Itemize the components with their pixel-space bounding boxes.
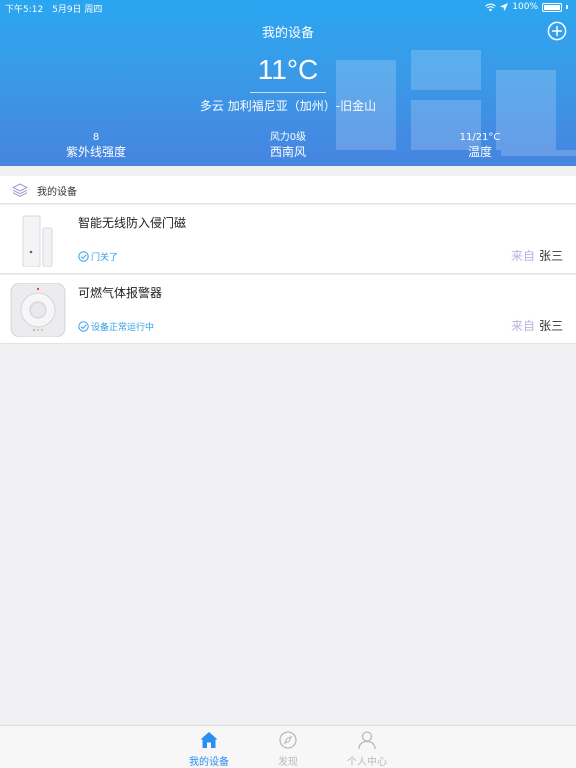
tab-discover-label: 发现 [278, 757, 298, 768]
devices-section-header: 我的设备 [0, 176, 576, 204]
tab-my-devices[interactable]: 我的设备 [169, 726, 249, 768]
door-sensor-image [10, 213, 66, 267]
check-circle-icon [78, 321, 89, 332]
battery-percent: 100% [512, 2, 538, 12]
weather-location: 多云 加利福尼亚（加州）-旧金山 [199, 99, 377, 113]
status-time: 下午5:12 [5, 5, 44, 15]
device-status-text: 设备正常运行中 [91, 323, 155, 333]
device-owner: 来自 张三 [511, 317, 563, 334]
status-time-date: 下午5:12 5月9日 周四 [5, 2, 102, 15]
device-row-door-sensor[interactable]: 智能无线防入侵门磁 门关了 来自 张三 [0, 205, 576, 274]
gas-alarm-image [10, 283, 66, 337]
tab-discover[interactable]: 发现 [248, 726, 328, 768]
current-temperature: 11°C [257, 54, 319, 85]
owner-name: 张三 [538, 319, 563, 333]
tab-profile-label: 个人中心 [347, 757, 387, 768]
from-label: 来自 [510, 319, 535, 333]
stat-uv: 8 紫外线强度 [36, 131, 156, 160]
location-arrow-icon [500, 3, 509, 11]
home-icon [200, 732, 218, 748]
stat-temp-range: 11/21°C 温度 [420, 131, 540, 160]
device-status: 设备正常运行中 [78, 320, 154, 333]
page-title: 我的设备 [261, 26, 314, 41]
device-name: 可燃气体报警器 [78, 286, 163, 300]
stat-uv-label: 紫外线强度 [65, 145, 126, 159]
status-bar: 下午5:12 5月9日 周四 100% [0, 0, 576, 16]
battery-icon [542, 2, 562, 12]
compass-icon [279, 731, 297, 749]
stat-wind-value: 风力0级 [269, 132, 307, 143]
stat-uv-value: 8 [92, 132, 100, 143]
from-label: 来自 [510, 249, 535, 263]
device-status-text: 门关了 [91, 253, 119, 263]
tab-bar: 我的设备 发现 个人中心 [0, 725, 576, 768]
status-date: 5月9日 周四 [52, 5, 103, 15]
wifi-icon [485, 3, 497, 11]
stat-temp-range-label: 温度 [467, 145, 492, 159]
stat-wind: 风力0级 西南风 [228, 131, 348, 160]
plus-circle-icon[interactable] [547, 21, 567, 41]
layers-icon [12, 183, 28, 197]
tab-profile[interactable]: 个人中心 [327, 726, 407, 768]
tab-my-devices-label: 我的设备 [189, 757, 229, 768]
battery-tip [566, 5, 568, 9]
device-name: 智能无线防入侵门磁 [78, 216, 187, 230]
device-status: 门关了 [78, 250, 118, 263]
check-circle-icon [78, 251, 89, 262]
owner-name: 张三 [538, 249, 563, 263]
status-indicators: 100% [485, 2, 568, 12]
device-row-gas-alarm[interactable]: 可燃气体报警器 设备正常运行中 来自 张三 [0, 275, 576, 344]
devices-section-title: 我的设备 [37, 187, 77, 198]
device-owner: 来自 张三 [511, 247, 563, 264]
temperature-divider [250, 92, 326, 93]
stat-wind-label: 西南风 [269, 145, 306, 159]
stat-temp-range-value: 11/21°C [459, 132, 501, 143]
person-icon [358, 731, 376, 750]
